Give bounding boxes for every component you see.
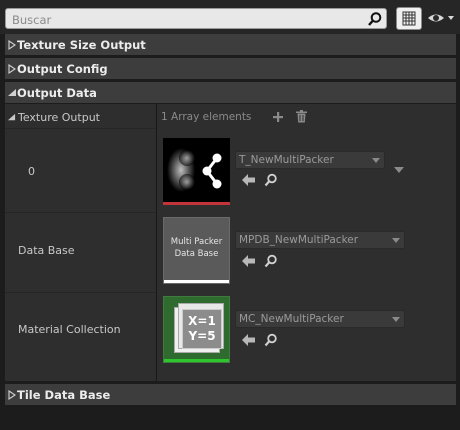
category-tile-data-base[interactable]: Tile Data Base bbox=[5, 384, 456, 406]
category-label: Output Data bbox=[17, 86, 97, 100]
data-base-asset-picker[interactable]: MPDB_NewMultiPacker bbox=[235, 231, 405, 249]
expand-arrow-icon bbox=[8, 64, 16, 74]
collapse-arrow-icon[interactable] bbox=[7, 113, 16, 122]
delete-all-icon[interactable] bbox=[296, 110, 307, 123]
search-input[interactable] bbox=[10, 10, 364, 29]
grid-icon bbox=[402, 11, 416, 26]
asset-type-stripe bbox=[164, 359, 229, 362]
use-selected-arrow-icon[interactable] bbox=[242, 174, 256, 186]
thumbnail-caption-line: Y=5 bbox=[188, 329, 216, 343]
thumbnail-caption-line: X=1 bbox=[188, 314, 216, 328]
row-divider bbox=[5, 212, 156, 213]
asset-name: MC_NewMultiPacker bbox=[239, 313, 344, 325]
asset-type-stripe bbox=[163, 202, 230, 205]
collapse-arrow-icon bbox=[8, 89, 16, 96]
expand-arrow-icon bbox=[8, 390, 16, 400]
category-label: Output Config bbox=[17, 62, 108, 76]
asset-name: T_NewMultiPacker bbox=[239, 154, 334, 166]
data-base-thumbnail[interactable]: Multi Packer Data Base bbox=[163, 217, 230, 284]
dropdown-arrow-icon bbox=[372, 158, 380, 163]
use-selected-arrow-icon[interactable] bbox=[242, 255, 256, 267]
array-count: 1 Array elements bbox=[161, 111, 252, 123]
material-collection-thumbnail[interactable]: X=1 Y=5 bbox=[163, 296, 230, 363]
browse-asset-search-icon[interactable] bbox=[264, 254, 278, 268]
use-selected-arrow-icon[interactable] bbox=[242, 334, 256, 346]
material-collection-label: Material Collection bbox=[18, 323, 121, 336]
browse-asset-search-icon[interactable] bbox=[264, 173, 278, 187]
expand-arrow-icon bbox=[8, 40, 16, 50]
category-label: Texture Size Output bbox=[17, 38, 146, 52]
search-box[interactable] bbox=[5, 8, 387, 29]
thumbnail-caption-line: Data Base bbox=[174, 249, 219, 259]
thumbnail-caption-line: Multi Packer bbox=[170, 237, 223, 247]
texture-asset-picker[interactable]: T_NewMultiPacker bbox=[235, 151, 385, 169]
row-divider bbox=[5, 292, 156, 293]
asset-type-stripe bbox=[164, 280, 229, 283]
search-toolbar bbox=[0, 0, 460, 34]
texture-output-label: Texture Output bbox=[18, 111, 100, 124]
thumbnail-card-front: X=1 Y=5 bbox=[182, 309, 222, 349]
texture-thumbnail[interactable] bbox=[163, 138, 230, 205]
texture-preview-image bbox=[167, 148, 222, 192]
thumbnail-caption: Multi Packer Data Base bbox=[164, 236, 229, 260]
asset-name: MPDB_NewMultiPacker bbox=[239, 234, 359, 246]
category-output-config[interactable]: Output Config bbox=[5, 58, 456, 80]
data-base-label: Data Base bbox=[18, 244, 75, 257]
dropdown-arrow-icon bbox=[392, 317, 400, 322]
row-divider bbox=[5, 128, 156, 129]
add-element-icon[interactable] bbox=[272, 111, 284, 123]
view-options-eye-icon[interactable] bbox=[426, 9, 456, 27]
category-label: Tile Data Base bbox=[17, 388, 111, 402]
browse-asset-search-icon[interactable] bbox=[264, 333, 278, 347]
search-icon[interactable] bbox=[367, 11, 383, 27]
category-texture-size-output[interactable]: Texture Size Output bbox=[5, 34, 456, 56]
dropdown-arrow-icon bbox=[392, 238, 400, 243]
element-options-arrow-icon[interactable] bbox=[394, 167, 404, 174]
category-output-data[interactable]: Output Data bbox=[5, 82, 456, 104]
column-splitter[interactable] bbox=[156, 104, 157, 381]
property-matrix-button[interactable] bbox=[396, 7, 422, 30]
material-collection-asset-picker[interactable]: MC_NewMultiPacker bbox=[235, 310, 405, 328]
array-element-index: 0 bbox=[28, 165, 35, 178]
